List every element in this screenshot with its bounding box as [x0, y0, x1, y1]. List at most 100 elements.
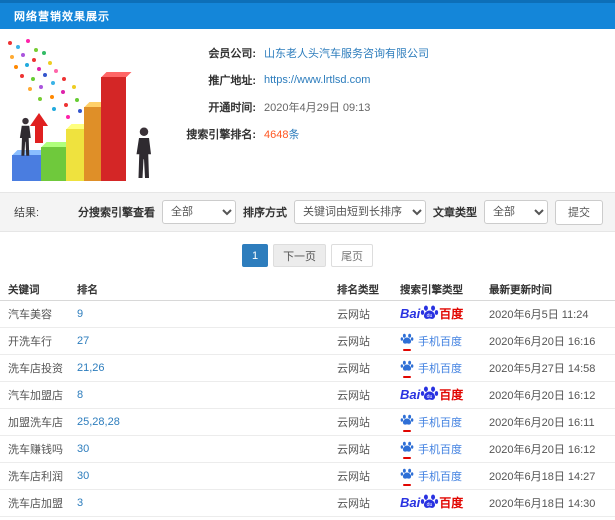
- col-keyword: 关键词: [0, 279, 77, 301]
- promo-url-row: 推广地址: https://www.lrtlsd.com: [180, 66, 429, 93]
- open-time-value: 2020年4月29日 09:13: [264, 101, 371, 114]
- engine-rank-label: 搜索引擎排名:: [186, 128, 256, 141]
- table-row: 洗车店加盟 3 云网站 Baidu百度 手机百度 2020年6月18日 14:3…: [0, 489, 615, 517]
- confetti-dots: [8, 41, 12, 45]
- engine-cell: Baidu百度 手机百度: [400, 408, 489, 436]
- mobile-baidu-paw-icon: [400, 359, 414, 378]
- page: 网络营销效果展示 会员公司: 山东老人头汽车服务咨询有限公司 推广地址: htt…: [0, 0, 615, 520]
- filter-controls: 分搜索引擎查看 全部 排序方式 关键词由短到长排序 文章类型 全部 提交: [78, 199, 603, 225]
- article-type-select[interactable]: 全部: [484, 200, 548, 224]
- sort-filter-label: 排序方式: [243, 207, 287, 219]
- baidu-paw-icon: du: [420, 492, 439, 514]
- table-row: 加盟洗车店 25,28,28 云网站 Baidu百度 手机百度 2020年6月2…: [0, 408, 615, 436]
- engine-cell: Baidu百度 手机百度: [400, 489, 489, 517]
- baidu-paw-icon: du: [420, 384, 439, 406]
- engine-cell: Baidu百度 手机百度: [400, 462, 489, 490]
- pagination: 1 下一页 尾页: [0, 232, 615, 279]
- rank-type-cell: 云网站: [337, 462, 400, 490]
- rank-cell[interactable]: 9: [77, 300, 337, 328]
- col-engine-type: 搜索引擎类型: [400, 279, 489, 301]
- svg-text:du: du: [427, 501, 433, 507]
- rank-cell[interactable]: 30: [77, 435, 337, 463]
- chart-bar-green: [41, 147, 67, 181]
- rank-cell[interactable]: 30: [77, 462, 337, 490]
- update-time-cell: 2020年6月20日 16:16: [489, 327, 615, 355]
- engine-cell: Baidu百度 手机百度: [400, 354, 489, 382]
- last-page-button[interactable]: 尾页: [331, 244, 374, 267]
- results-table: 关键词 排名 排名类型 搜索引擎类型 最新更新时间 汽车美容 9 云网站 Bai…: [0, 279, 615, 517]
- rank-type-cell: 云网站: [337, 327, 400, 355]
- engine-select[interactable]: 全部: [162, 200, 236, 224]
- promo-url-link[interactable]: https://www.lrtlsd.com: [264, 74, 370, 86]
- rank-type-cell: 云网站: [337, 354, 400, 382]
- rank-type-cell: 云网站: [337, 408, 400, 436]
- info-fields: 会员公司: 山东老人头汽车服务咨询有限公司 推广地址: https://www.…: [180, 29, 429, 192]
- keyword-cell: 洗车店利润: [0, 462, 77, 490]
- member-company-link[interactable]: 山东老人头汽车服务咨询有限公司: [264, 45, 429, 61]
- rank-cell[interactable]: 27: [77, 327, 337, 355]
- rank-type-cell: 云网站: [337, 435, 400, 463]
- rank-type-cell: 云网站: [337, 489, 400, 517]
- engine-cell: Baidu百度 手机百度: [400, 300, 489, 328]
- open-time-label: 开通时间:: [208, 101, 256, 114]
- businessman-figure-right: [136, 127, 151, 178]
- baidu-logo: Bai du 百度: [400, 384, 463, 406]
- rank-cell[interactable]: 8: [77, 381, 337, 409]
- keyword-cell: 汽车加盟店: [0, 381, 77, 409]
- table-row: 洗车店投资 21,26 云网站 Baidu百度 手机百度 2020年5月27日 …: [0, 354, 615, 382]
- rank-count-suffix: 条: [288, 128, 300, 141]
- rank-type-cell: 云网站: [337, 300, 400, 328]
- baidu-logo: Bai du 百度: [400, 303, 463, 325]
- rank-cell[interactable]: 21,26: [77, 354, 337, 382]
- mobile-baidu-logo: 手机百度: [400, 440, 462, 459]
- table-row: 汽车加盟店 8 云网站 Baidu百度 手机百度 2020年6月20日 16:1…: [0, 381, 615, 409]
- engine-filter-label: 分搜索引擎查看: [78, 207, 155, 219]
- col-rank: 排名: [77, 279, 337, 301]
- update-time-cell: 2020年6月18日 14:30: [489, 489, 615, 517]
- update-time-cell: 2020年5月27日 14:58: [489, 354, 615, 382]
- open-time-row: 开通时间: 2020年4月29日 09:13: [180, 93, 429, 120]
- table-row: 洗车店利润 30 云网站 Baidu百度 手机百度 2020年6月18日 14:…: [0, 462, 615, 490]
- engine-rank-row: 搜索引擎排名: 4648条: [180, 120, 429, 147]
- rank-count: 4648: [264, 128, 289, 141]
- table-row: 汽车美容 9 云网站 Baidu百度 手机百度 2020年6月5日 11:24: [0, 300, 615, 328]
- keyword-cell: 洗车赚钱吗: [0, 435, 77, 463]
- table-header-row: 关键词 排名 排名类型 搜索引擎类型 最新更新时间: [0, 279, 615, 301]
- update-time-cell: 2020年6月18日 14:27: [489, 462, 615, 490]
- keyword-cell: 汽车美容: [0, 300, 77, 328]
- article-type-label: 文章类型: [433, 207, 477, 219]
- member-company-label: 会员公司:: [208, 47, 256, 60]
- svg-text:du: du: [427, 393, 433, 399]
- keyword-cell: 洗车店投资: [0, 354, 77, 382]
- result-label: 结果:: [14, 207, 40, 219]
- filter-bar: 结果: 分搜索引擎查看 全部 排序方式 关键词由短到长排序 文章类型 全部 提交: [0, 192, 615, 232]
- rank-cell[interactable]: 25,28,28: [77, 408, 337, 436]
- engine-rank-value: 4648条: [264, 126, 299, 142]
- page-header: 网络营销效果展示: [0, 0, 615, 29]
- sort-select[interactable]: 关键词由短到长排序: [294, 200, 426, 224]
- update-time-cell: 2020年6月20日 16:12: [489, 381, 615, 409]
- col-rank-type: 排名类型: [337, 279, 400, 301]
- update-time-cell: 2020年6月20日 16:12: [489, 435, 615, 463]
- next-page-button[interactable]: 下一页: [273, 244, 327, 267]
- mobile-baidu-paw-icon: [400, 332, 414, 351]
- mobile-baidu-logo: 手机百度: [400, 332, 462, 351]
- update-time-cell: 2020年6月20日 16:11: [489, 408, 615, 436]
- submit-button[interactable]: 提交: [555, 199, 603, 225]
- mobile-baidu-logo: 手机百度: [400, 467, 462, 486]
- businessman-figure-left: [19, 117, 31, 156]
- page-1-button[interactable]: 1: [241, 244, 269, 267]
- mobile-baidu-logo: 手机百度: [400, 413, 462, 432]
- engine-cell: Baidu百度 手机百度: [400, 327, 489, 355]
- member-company-row: 会员公司: 山东老人头汽车服务咨询有限公司: [180, 39, 429, 66]
- rank-cell[interactable]: 3: [77, 489, 337, 517]
- mobile-baidu-logo: 手机百度: [400, 359, 462, 378]
- mobile-baidu-paw-icon: [400, 467, 414, 486]
- keyword-cell: 洗车店加盟: [0, 489, 77, 517]
- table-row: 洗车赚钱吗 30 云网站 Baidu百度 手机百度 2020年6月20日 16:…: [0, 435, 615, 463]
- baidu-paw-icon: du: [420, 303, 439, 325]
- keyword-cell: 开洗车行: [0, 327, 77, 355]
- rank-type-cell: 云网站: [337, 381, 400, 409]
- page-title: 网络营销效果展示: [14, 11, 110, 23]
- update-time-cell: 2020年6月5日 11:24: [489, 300, 615, 328]
